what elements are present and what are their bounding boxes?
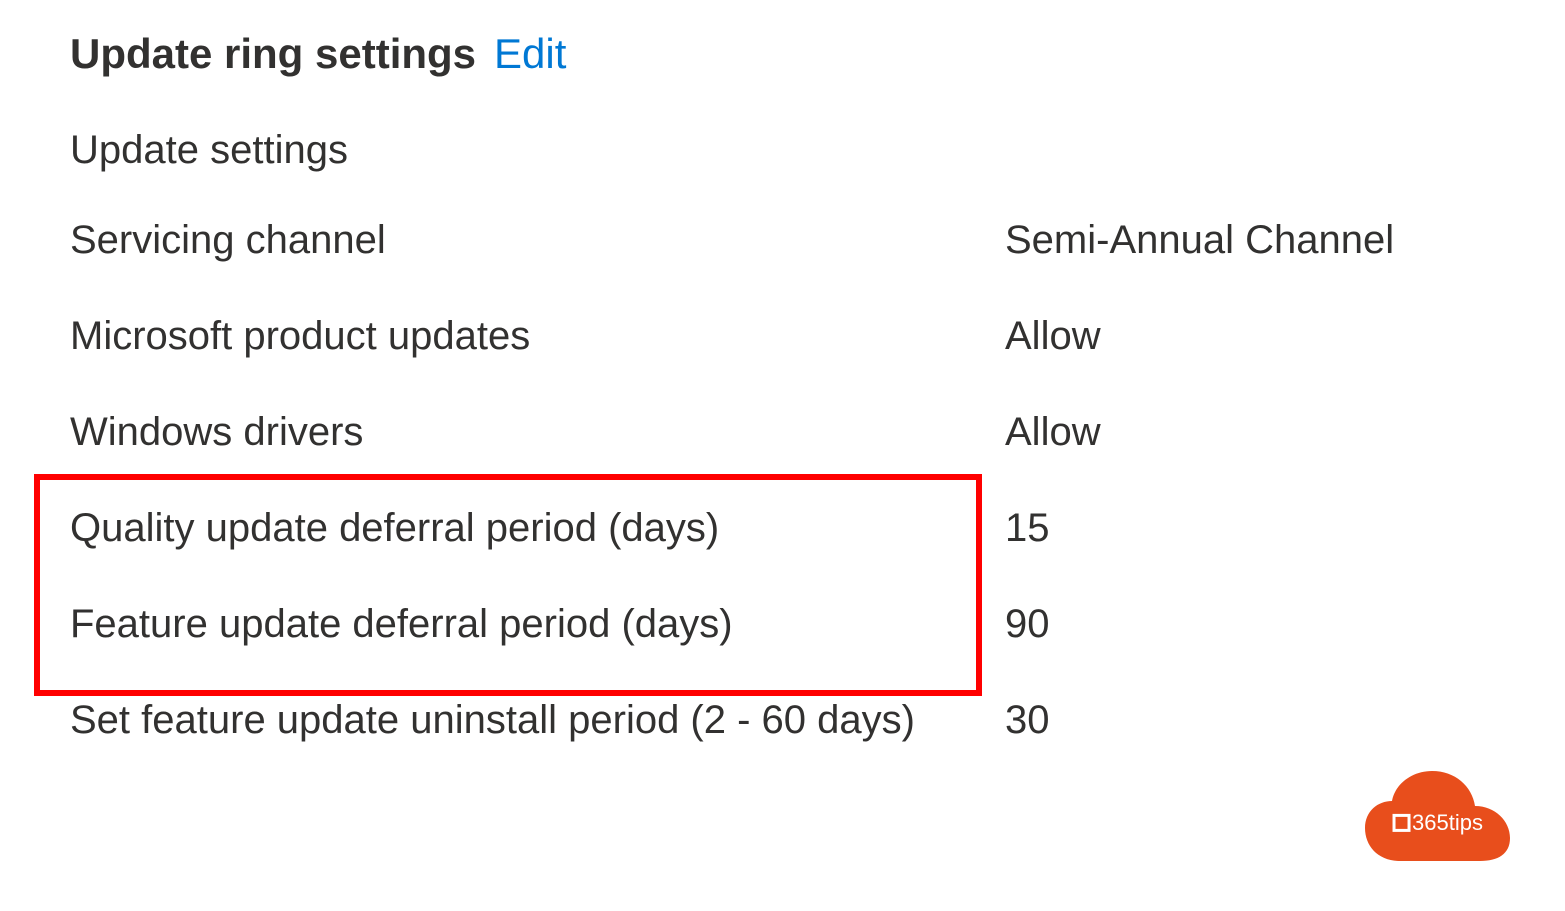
logo-text: 365tips [1392, 809, 1483, 835]
subsection-title: Update settings [70, 128, 1495, 173]
section-header: Update ring settings Edit [70, 30, 1495, 78]
office-icon [1392, 813, 1410, 831]
setting-label: Quality update deferral period (days) [70, 501, 1005, 555]
setting-row-feature-update-uninstall: Set feature update uninstall period (2 -… [70, 693, 1495, 747]
logo-label: 365tips [1412, 809, 1483, 835]
logo-365tips: 365tips [1360, 766, 1515, 871]
section-title: Update ring settings [70, 30, 476, 78]
setting-row-feature-update-deferral: Feature update deferral period (days) 90 [70, 597, 1495, 651]
setting-row-windows-drivers: Windows drivers Allow [70, 405, 1495, 459]
setting-row-microsoft-product-updates: Microsoft product updates Allow [70, 309, 1495, 363]
setting-label: Windows drivers [70, 405, 1005, 459]
edit-link[interactable]: Edit [494, 30, 566, 78]
setting-label: Microsoft product updates [70, 309, 1005, 363]
setting-value: 15 [1005, 501, 1050, 555]
setting-value: Semi-Annual Channel [1005, 213, 1394, 267]
setting-value: 90 [1005, 597, 1050, 651]
setting-value: 30 [1005, 693, 1050, 747]
setting-label: Feature update deferral period (days) [70, 597, 1005, 651]
setting-label: Set feature update uninstall period (2 -… [70, 693, 1005, 747]
setting-label: Servicing channel [70, 213, 1005, 267]
setting-row-quality-update-deferral: Quality update deferral period (days) 15 [70, 501, 1495, 555]
setting-value: Allow [1005, 405, 1101, 459]
setting-value: Allow [1005, 309, 1101, 363]
setting-row-servicing-channel: Servicing channel Semi-Annual Channel [70, 213, 1495, 267]
